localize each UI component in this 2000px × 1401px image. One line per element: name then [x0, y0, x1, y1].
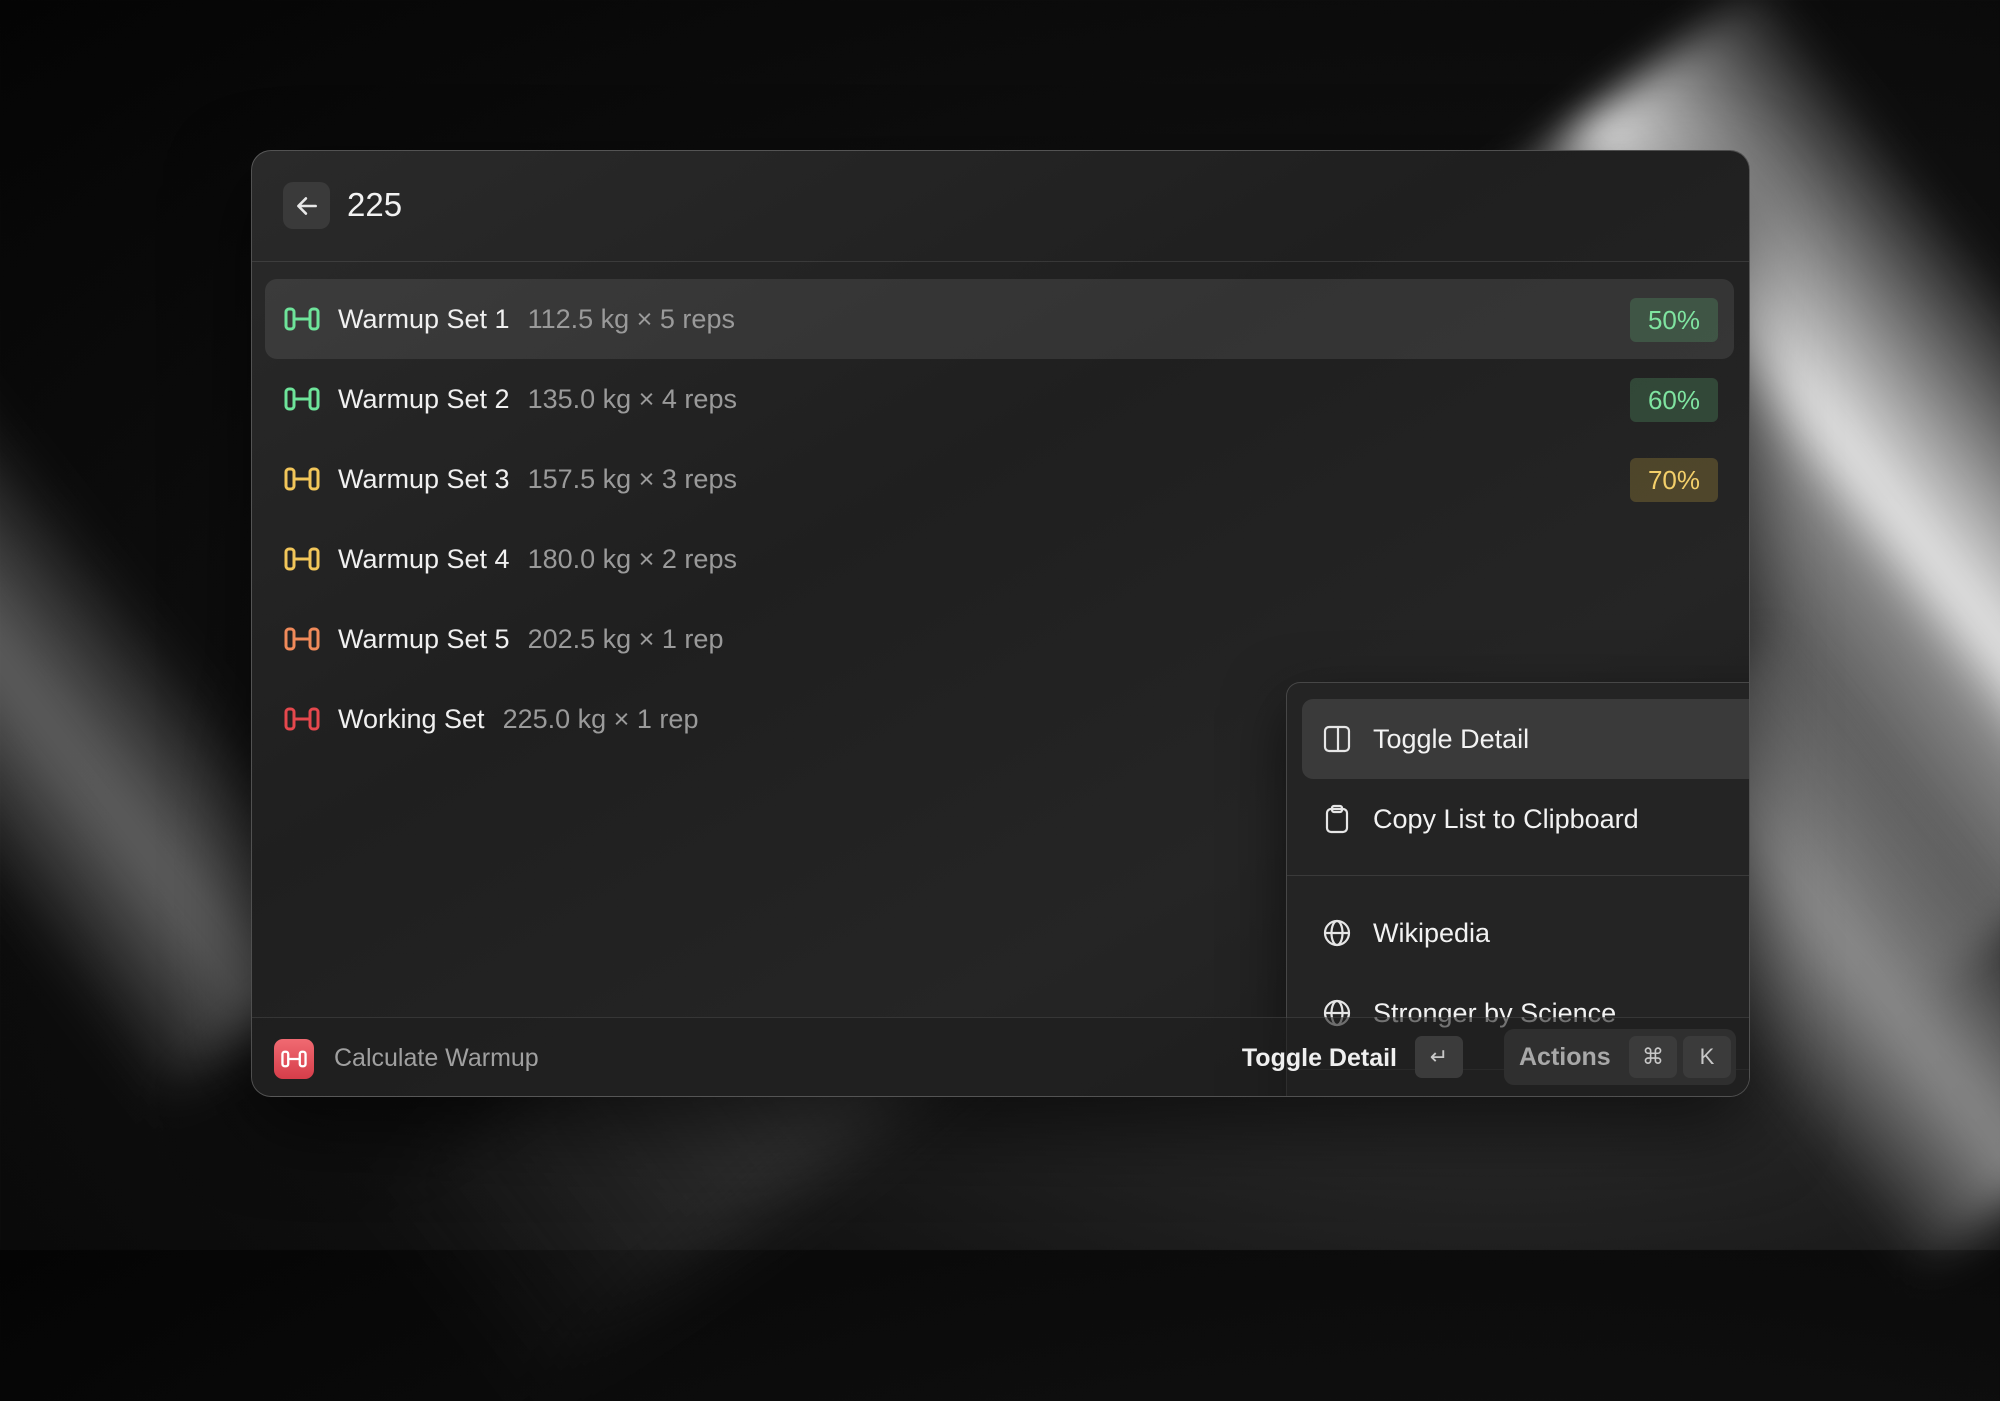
- search-header: 225: [252, 151, 1749, 262]
- set-title: Warmup Set 2: [338, 384, 510, 414]
- action-label: Toggle Detail: [1373, 724, 1530, 754]
- percent-badge: 60%: [1629, 378, 1718, 422]
- list-item[interactable]: Warmup Set 5 202.5 kg × 1 rep: [265, 599, 1734, 679]
- back-button[interactable]: [283, 182, 330, 229]
- extension-icon: [274, 1039, 314, 1079]
- actions-button[interactable]: Actions ⌘ K: [1504, 1029, 1736, 1085]
- command-key-hint: ⌘: [1629, 1036, 1677, 1078]
- list-item[interactable]: Warmup Set 3 157.5 kg × 3 reps 70%: [265, 439, 1734, 519]
- list-item[interactable]: Warmup Set 1 112.5 kg × 5 reps 50%: [265, 279, 1734, 359]
- search-query[interactable]: 225: [347, 181, 402, 229]
- dumbbell-icon: [284, 547, 320, 571]
- set-title: Working Set: [338, 704, 485, 734]
- action-search-input[interactable]: [1319, 1096, 1750, 1097]
- dumbbell-icon: [284, 387, 320, 411]
- list-item[interactable]: Warmup Set 2 135.0 kg × 4 reps 60%: [265, 359, 1734, 439]
- action-toggle-detail[interactable]: Toggle Detail ↵: [1302, 699, 1749, 779]
- action-label: Copy List to Clipboard: [1373, 804, 1639, 834]
- set-detail: 135.0 kg × 4 reps: [527, 384, 737, 414]
- action-label: Wikipedia: [1373, 918, 1491, 948]
- set-title: Warmup Set 1: [338, 304, 510, 334]
- extension-name: Calculate Warmup: [334, 1044, 539, 1072]
- dumbbell-icon: [284, 307, 320, 331]
- set-title: Warmup Set 3: [338, 464, 510, 494]
- set-detail: 202.5 kg × 1 rep: [527, 624, 724, 654]
- set-title: Warmup Set 4: [338, 544, 510, 574]
- dumbbell-icon: [284, 467, 320, 491]
- action-bar: Calculate Warmup Toggle Detail ↵ Actions…: [252, 1017, 1749, 1096]
- set-title: Warmup Set 5: [338, 624, 510, 654]
- percent-badge: 50%: [1629, 298, 1718, 342]
- primary-action-button[interactable]: Toggle Detail: [1242, 1040, 1397, 1076]
- k-key-hint: K: [1683, 1036, 1731, 1078]
- actions-label: Actions: [1519, 1043, 1611, 1071]
- section-divider: [1287, 875, 1749, 876]
- launcher-window: 225 Warmup Set 1 112.5 kg × 5 reps 50% Wa…: [251, 150, 1750, 1097]
- percent-badge: 70%: [1629, 458, 1718, 502]
- dumbbell-icon: [284, 707, 320, 731]
- action-wikipedia[interactable]: Wikipedia: [1302, 893, 1749, 973]
- return-key-hint: ↵: [1415, 1036, 1463, 1078]
- globe-icon: [1323, 919, 1351, 947]
- set-detail: 157.5 kg × 3 reps: [527, 464, 737, 494]
- sidebar-icon: [1323, 725, 1351, 753]
- dumbbell-icon: [284, 627, 320, 651]
- set-detail: 225.0 kg × 1 rep: [502, 704, 699, 734]
- arrow-left-icon: [296, 196, 317, 215]
- action-copy-list[interactable]: Copy List to Clipboard ⌘↵: [1302, 779, 1749, 859]
- list-item[interactable]: Warmup Set 4 180.0 kg × 2 reps: [265, 519, 1734, 599]
- set-detail: 180.0 kg × 2 reps: [527, 544, 737, 574]
- clipboard-icon: [1325, 804, 1349, 834]
- set-detail: 112.5 kg × 5 reps: [527, 304, 735, 334]
- dumbbell-icon: [281, 1050, 307, 1068]
